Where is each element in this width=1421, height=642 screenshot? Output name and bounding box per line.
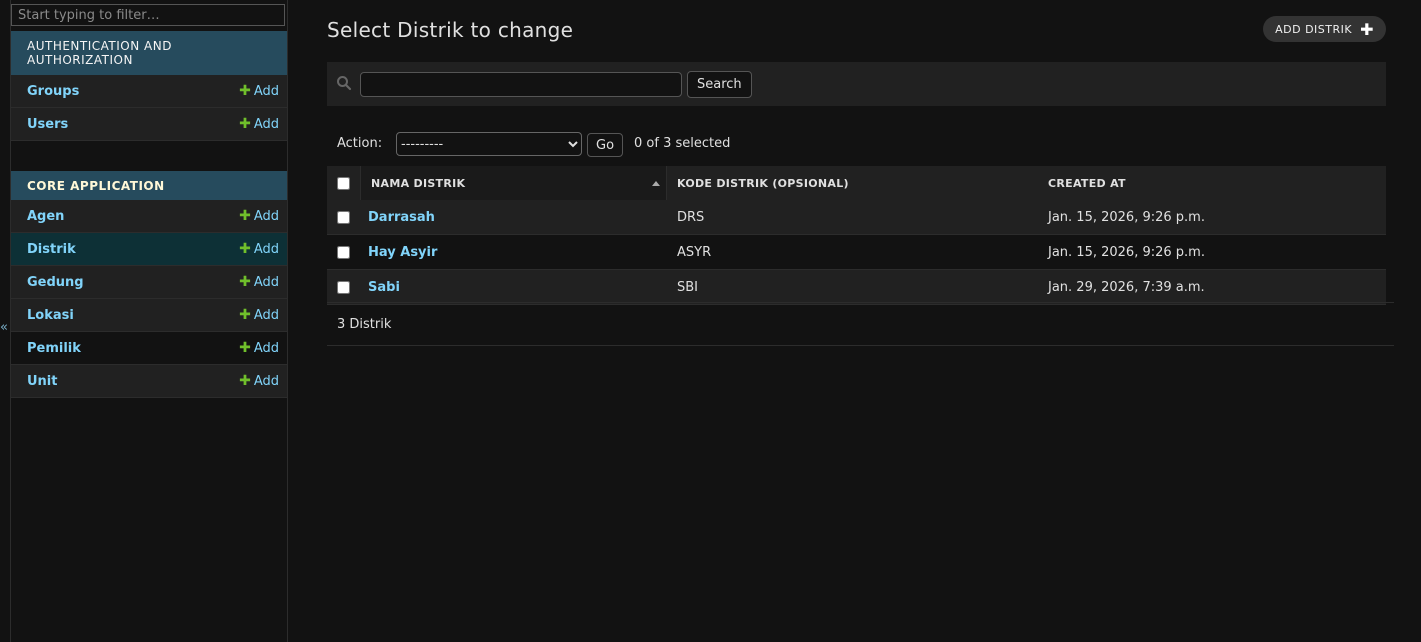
sidebar-item-lokasi: Lokasi ✚ Add [11,299,287,332]
add-label: Add [253,116,279,132]
sidebar-item-groups: Groups ✚ Add [11,75,287,108]
add-agen-link[interactable]: ✚ Add [239,208,279,224]
add-label: Add [253,274,279,290]
search-icon [337,76,352,91]
sidebar-item-users: Users ✚ Add [11,108,287,141]
sidebar-link-unit[interactable]: Unit [27,374,57,389]
add-pemilik-link[interactable]: ✚ Add [239,340,279,356]
plus-icon: ✚ [239,340,251,356]
plus-icon: ✚ [239,241,251,257]
table-row: Darrasah DRS Jan. 15, 2026, 9:26 p.m. [327,200,1386,235]
model-list-core-application: Agen ✚ Add Distrik ✚ Add Gedung ✚ Add Lo… [11,200,287,398]
sort-ascending-icon[interactable] [652,181,660,186]
sidebar-link-distrik[interactable]: Distrik [27,242,76,257]
add-groups-link[interactable]: ✚ Add [239,83,279,99]
add-label: Add [253,241,279,257]
column-header-nama-distrik[interactable]: NAMA DISTRIK [360,166,667,200]
sidebar-link-gedung[interactable]: Gedung [27,275,84,290]
sidebar: AUTHENTICATION AND AUTHORIZATION Groups … [10,0,288,642]
result-list-table: NAMA DISTRIK KODE DISTRIK (OPSIONAL) CRE… [327,166,1386,305]
sidebar-link-agen[interactable]: Agen [27,209,64,224]
row-checkbox[interactable] [337,280,350,294]
cell-kode-distrik: DRS [677,209,705,225]
add-unit-link[interactable]: ✚ Add [239,373,279,389]
add-distrik-link[interactable]: ✚ Add [239,241,279,257]
distrik-link[interactable]: Hay Asyir [368,245,437,260]
table-header: NAMA DISTRIK KODE DISTRIK (OPSIONAL) CRE… [327,166,1386,200]
main-content: Select Distrik to change ADD DISTRIK ✚ S… [327,0,1394,642]
cell-created-at: Jan. 29, 2026, 7:39 a.m. [1048,279,1205,295]
row-select-cell [327,245,360,259]
plus-icon: ✚ [239,307,251,323]
sidebar-link-users[interactable]: Users [27,117,68,132]
cell-nama-distrik: Darrasah [360,200,667,234]
plus-icon: ✚ [1360,19,1374,39]
search-input[interactable] [360,72,682,97]
add-label: Add [253,307,279,323]
actions-bar: Action: --------- Go 0 of 3 selected [327,131,1386,157]
column-header-created-at[interactable]: CREATED AT [1039,177,1386,190]
module-core-application: CORE APPLICATION Agen ✚ Add Distrik ✚ Ad… [11,171,287,398]
column-label-nama-distrik: NAMA DISTRIK [371,176,466,190]
search-button[interactable]: Search [687,71,752,98]
add-users-link[interactable]: ✚ Add [239,116,279,132]
add-label: Add [253,340,279,356]
row-select-cell [327,210,360,224]
cell-kode-distrik: ASYR [677,244,712,260]
sidebar-item-agen: Agen ✚ Add [11,200,287,233]
cell-nama-distrik: Hay Asyir [360,235,667,269]
plus-icon: ✚ [239,274,251,290]
select-all-checkbox[interactable] [337,176,350,190]
paginator: 3 Distrik [327,302,1394,346]
cell-created-at: Jan. 15, 2026, 9:26 p.m. [1048,209,1205,225]
distrik-link[interactable]: Sabi [368,280,400,295]
row-select-cell [327,280,360,294]
table-body: Darrasah DRS Jan. 15, 2026, 9:26 p.m. Ha… [327,200,1386,305]
add-distrik-label: ADD DISTRIK [1275,22,1353,36]
column-header-kode-distrik[interactable]: KODE DISTRIK (OPSIONAL) [667,177,1039,190]
result-count: 3 Distrik [337,317,392,332]
plus-icon: ✚ [239,83,251,99]
row-checkbox[interactable] [337,210,350,224]
module-header-core-application[interactable]: CORE APPLICATION [11,171,287,200]
module-header-authentication[interactable]: AUTHENTICATION AND AUTHORIZATION [11,31,287,75]
model-list-authentication: Groups ✚ Add Users ✚ Add [11,75,287,141]
add-label: Add [253,373,279,389]
table-row: Hay Asyir ASYR Jan. 15, 2026, 9:26 p.m. [327,235,1386,270]
cell-kode-distrik: SBI [677,279,699,295]
sidebar-item-unit: Unit ✚ Add [11,365,287,398]
plus-icon: ✚ [239,373,251,389]
action-select[interactable]: --------- [396,132,582,156]
cell-nama-distrik: Sabi [360,270,667,304]
sidebar-filter-input[interactable] [11,4,285,26]
select-all-cell [327,176,360,190]
action-label: Action: [337,136,383,151]
sidebar-link-groups[interactable]: Groups [27,84,79,99]
row-checkbox[interactable] [337,245,350,259]
plus-icon: ✚ [239,116,251,132]
module-authentication: AUTHENTICATION AND AUTHORIZATION Groups … [11,31,287,141]
add-label: Add [253,83,279,99]
page-title: Select Distrik to change [327,18,574,42]
sidebar-item-gedung: Gedung ✚ Add [11,266,287,299]
search-toolbar: Search [327,62,1386,106]
sidebar-item-pemilik: Pemilik ✚ Add [11,332,287,365]
distrik-link[interactable]: Darrasah [368,210,435,225]
add-distrik-button[interactable]: ADD DISTRIK ✚ [1263,16,1386,42]
plus-icon: ✚ [239,208,251,224]
selected-count: 0 of 3 selected [634,136,731,151]
table-row: Sabi SBI Jan. 29, 2026, 7:39 a.m. [327,270,1386,305]
go-button[interactable]: Go [587,133,624,157]
sidebar-item-distrik: Distrik ✚ Add [11,233,287,266]
add-lokasi-link[interactable]: ✚ Add [239,307,279,323]
collapse-sidebar-toggle[interactable]: « [0,318,9,338]
cell-created-at: Jan. 15, 2026, 9:26 p.m. [1048,244,1205,260]
add-label: Add [253,208,279,224]
add-gedung-link[interactable]: ✚ Add [239,274,279,290]
sidebar-link-pemilik[interactable]: Pemilik [27,341,81,356]
sidebar-link-lokasi[interactable]: Lokasi [27,308,74,323]
